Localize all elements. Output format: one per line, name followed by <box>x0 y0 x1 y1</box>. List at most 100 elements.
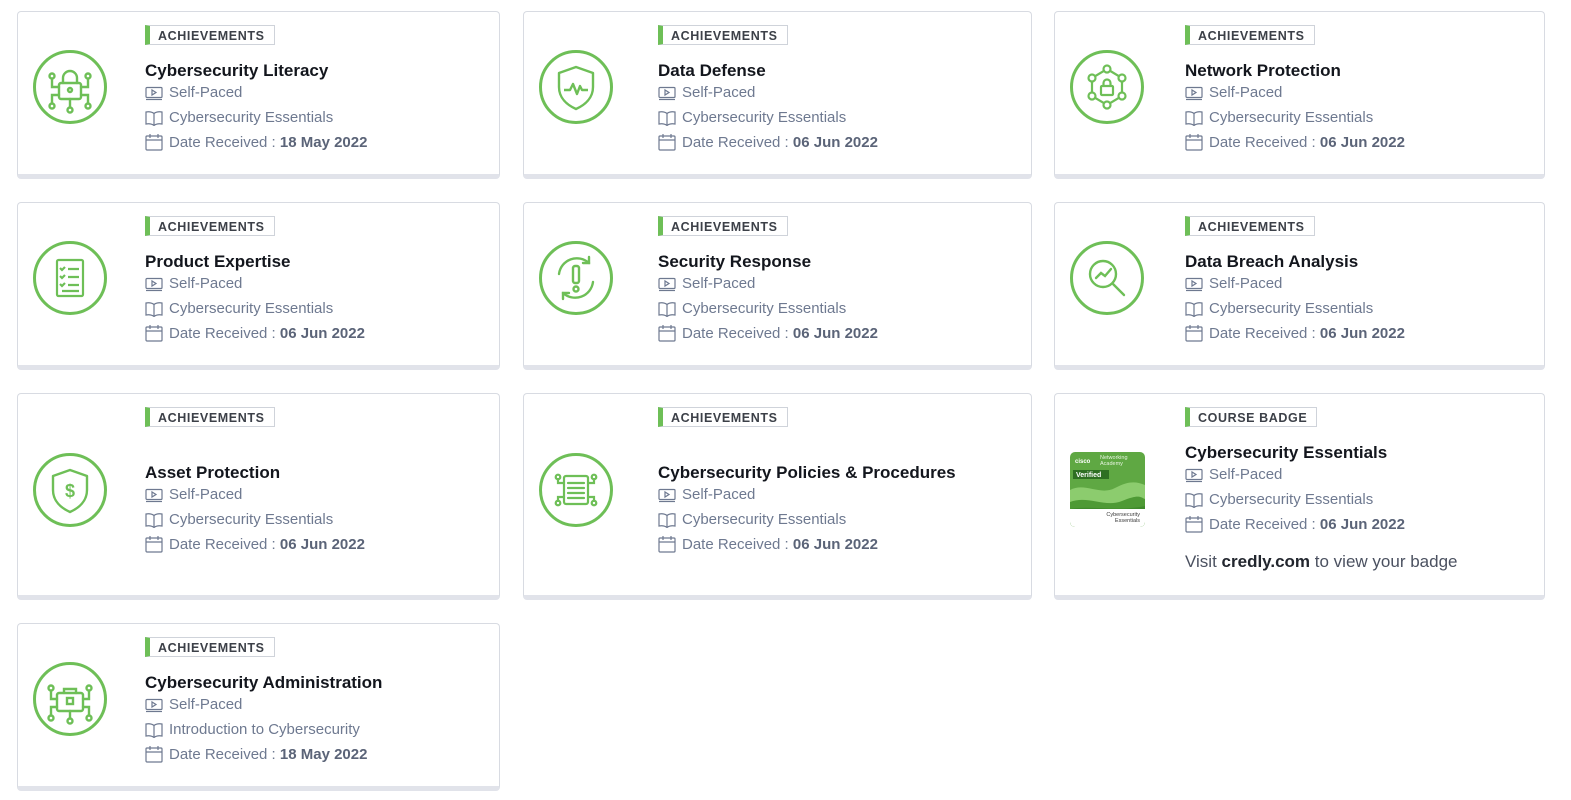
course-row: Cybersecurity Essentials <box>658 296 1021 321</box>
badge-title[interactable]: Asset Protection <box>145 463 489 483</box>
badge-card[interactable]: ACHIEVEMENTS Network Protection Self-Pac… <box>1054 11 1545 179</box>
delivery-mode: Self-Paced <box>1209 466 1283 483</box>
date-row: Date Received : 18 May 2022 <box>145 742 489 767</box>
badge-card[interactable]: cisco Networking Academy Verified Cybers… <box>1054 393 1545 600</box>
badge-card[interactable]: ACHIEVEMENTS Cybersecurity Policies & Pr… <box>523 393 1032 600</box>
course-name: Cybersecurity Essentials <box>682 109 847 126</box>
alert-cycle-icon <box>539 241 613 315</box>
self-paced-video-icon <box>145 698 163 713</box>
course-row: Cybersecurity Essentials <box>1185 105 1534 130</box>
svg-text:Academy: Academy <box>1100 461 1123 467</box>
badge-title[interactable]: Network Protection <box>1185 61 1534 81</box>
badge-title[interactable]: Data Breach Analysis <box>1185 252 1534 272</box>
document-circuit-icon <box>539 453 613 527</box>
course-book-icon <box>1185 111 1203 127</box>
delivery-mode: Self-Paced <box>682 486 756 503</box>
course-row: Cybersecurity Essentials <box>145 105 489 130</box>
briefcase-network-icon <box>33 662 107 736</box>
delivery-mode-row: Self-Paced <box>145 80 489 105</box>
badge-card[interactable]: $ ACHIEVEMENTS Asset Protection Self-Pac… <box>17 393 500 600</box>
self-paced-video-icon <box>145 86 163 101</box>
shield-pulse-icon <box>539 50 613 124</box>
date-value: 06 Jun 2022 <box>1319 516 1405 533</box>
course-row: Cybersecurity Essentials <box>1185 487 1534 512</box>
date-value: 06 Jun 2022 <box>1319 134 1405 151</box>
course-name: Cybersecurity Essentials <box>169 300 334 317</box>
date-value: 06 Jun 2022 <box>1319 325 1405 342</box>
badge-card[interactable]: ACHIEVEMENTS Data Defense Self-Paced Cyb… <box>523 11 1032 179</box>
badge-card[interactable]: ACHIEVEMENTS Cybersecurity Literacy Self… <box>17 11 500 179</box>
date-label: Date Received : <box>682 134 793 151</box>
course-row: Cybersecurity Essentials <box>145 296 489 321</box>
course-name: Cybersecurity Essentials <box>1209 300 1374 317</box>
category-tag: ACHIEVEMENTS <box>1185 216 1315 236</box>
delivery-mode-row: Self-Paced <box>145 482 489 507</box>
calendar-icon <box>1185 516 1203 533</box>
course-row: Cybersecurity Essentials <box>1185 296 1534 321</box>
network-lock-icon <box>1070 50 1144 124</box>
course-book-icon <box>145 513 163 529</box>
delivery-mode: Self-Paced <box>1209 84 1283 101</box>
badge-title[interactable]: Cybersecurity Policies & Procedures <box>658 463 1021 483</box>
date-row: Date Received : 06 Jun 2022 <box>1185 512 1534 537</box>
self-paced-video-icon <box>1185 468 1203 483</box>
svg-text:cisco: cisco <box>1075 459 1091 465</box>
svg-text:Essentials: Essentials <box>1115 518 1140 524</box>
calendar-icon <box>145 325 163 342</box>
delivery-mode-row: Self-Paced <box>1185 271 1534 296</box>
svg-text:$: $ <box>65 481 75 501</box>
course-book-icon <box>145 111 163 127</box>
self-paced-video-icon <box>145 277 163 292</box>
badge-title[interactable]: Cybersecurity Literacy <box>145 61 489 81</box>
course-row: Introduction to Cybersecurity <box>145 717 489 742</box>
date-label: Date Received : <box>1209 134 1320 151</box>
category-tag: ACHIEVEMENTS <box>145 407 275 427</box>
date-value: 18 May 2022 <box>279 746 368 763</box>
credly-link[interactable]: credly.com <box>1222 552 1311 571</box>
course-book-icon <box>145 723 163 739</box>
date-row: Date Received : 06 Jun 2022 <box>658 130 1021 155</box>
calendar-icon <box>145 536 163 553</box>
category-tag: ACHIEVEMENTS <box>658 216 788 236</box>
badge-card[interactable]: ACHIEVEMENTS Security Response Self-Pace… <box>523 202 1032 370</box>
delivery-mode-row: Self-Paced <box>145 692 489 717</box>
calendar-icon <box>658 536 676 553</box>
shield-dollar-icon: $ <box>33 453 107 527</box>
badge-card[interactable]: ACHIEVEMENTS Cybersecurity Administratio… <box>17 623 500 791</box>
badge-title[interactable]: Cybersecurity Administration <box>145 673 489 693</box>
badge-title[interactable]: Cybersecurity Essentials <box>1185 443 1534 463</box>
delivery-mode-row: Self-Paced <box>145 271 489 296</box>
course-row: Cybersecurity Essentials <box>658 105 1021 130</box>
date-row: Date Received : 18 May 2022 <box>145 130 489 155</box>
calendar-icon <box>658 134 676 151</box>
badge-title[interactable]: Data Defense <box>658 61 1021 81</box>
course-book-icon <box>145 302 163 318</box>
badge-card[interactable]: ACHIEVEMENTS Data Breach Analysis Self-P… <box>1054 202 1545 370</box>
calendar-icon <box>1185 325 1203 342</box>
date-value: 06 Jun 2022 <box>279 536 365 553</box>
magnifier-chart-icon <box>1070 241 1144 315</box>
date-row: Date Received : 06 Jun 2022 <box>145 321 489 346</box>
delivery-mode: Self-Paced <box>169 275 243 292</box>
category-tag: COURSE BADGE <box>1185 407 1318 427</box>
date-row: Date Received : 06 Jun 2022 <box>658 532 1021 557</box>
course-row: Cybersecurity Essentials <box>145 507 489 532</box>
credly-visit-text: Visit credly.com to view your badge <box>1185 552 1458 571</box>
category-tag: ACHIEVEMENTS <box>658 407 788 427</box>
course-book-icon <box>1185 302 1203 318</box>
delivery-mode-row: Self-Paced <box>1185 80 1534 105</box>
calendar-icon <box>658 325 676 342</box>
badge-title[interactable]: Product Expertise <box>145 252 489 272</box>
delivery-mode-row: Self-Paced <box>658 80 1021 105</box>
svg-text:Verified: Verified <box>1076 472 1101 479</box>
date-row: Date Received : 06 Jun 2022 <box>658 321 1021 346</box>
course-name: Cybersecurity Essentials <box>1209 491 1374 508</box>
badge-title[interactable]: Security Response <box>658 252 1021 272</box>
delivery-mode-row: Self-Paced <box>658 271 1021 296</box>
badge-card[interactable]: ACHIEVEMENTS Product Expertise Self-Pace… <box>17 202 500 370</box>
course-book-icon <box>658 513 676 529</box>
category-tag: ACHIEVEMENTS <box>658 25 788 45</box>
course-name: Introduction to Cybersecurity <box>169 721 360 738</box>
date-value: 06 Jun 2022 <box>279 325 365 342</box>
delivery-mode-row: Self-Paced <box>1185 462 1534 487</box>
